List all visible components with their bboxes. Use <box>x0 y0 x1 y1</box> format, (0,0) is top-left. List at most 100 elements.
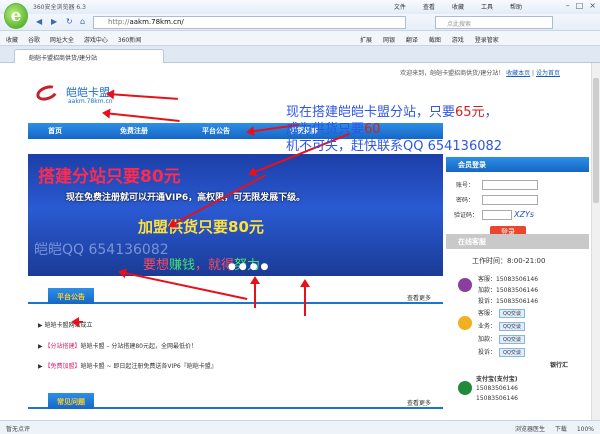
qq-tousu: 投诉： QQ交谈 <box>478 347 525 357</box>
banner-line-1: 搭建分站只要80元 <box>38 167 181 187</box>
logo-mark-icon <box>34 82 60 104</box>
address-bar-row: ◀ ▶ ↻ ⌂ http://aakm.78km.cn/ 点此搜索 <box>0 14 600 31</box>
bookmark-link[interactable]: 收藏本页 <box>506 70 530 77</box>
annotation-arrow <box>107 93 178 100</box>
nav-register[interactable]: 免费注册 <box>120 126 148 136</box>
toolbar-item[interactable]: 游戏 <box>452 37 464 44</box>
browser-title-bar: 360安全浏览器 6.3 文件 查看 收藏 工具 帮助 – □ × <box>0 0 600 14</box>
browser-title: 360安全浏览器 6.3 <box>33 4 86 11</box>
overlay-annotation: 现在搭建皑皑卡盟分站，只要65元， 成为供货只要60 机不可失，赶快联系QQ 6… <box>286 105 503 154</box>
qq-chat-button[interactable]: QQ交谈 <box>499 309 525 318</box>
fav-item[interactable]: 网址大全 <box>50 37 74 44</box>
menu-file[interactable]: 文件 <box>394 4 406 11</box>
annotation-arrow <box>71 317 83 327</box>
annotation-arrow <box>254 278 256 308</box>
notice-more-link[interactable]: 查看更多 <box>407 293 431 302</box>
service-header: 在线客服 <box>446 234 589 249</box>
annotation-arrow <box>103 112 180 122</box>
notice-title: 平台公告 <box>48 288 94 304</box>
notice-item[interactable]: ▶ 皑皑卡盟网站成立 <box>38 320 93 329</box>
zoom-level[interactable]: 100% <box>577 426 594 433</box>
qq-kefu: 客服： QQ交谈 <box>478 308 525 318</box>
forward-icon[interactable]: ▶ <box>51 17 57 26</box>
pay-number-2: 15083506146 <box>476 395 518 402</box>
account-input[interactable] <box>482 180 538 190</box>
maximize-button[interactable]: □ <box>576 1 584 10</box>
home-icon[interactable]: ⌂ <box>80 17 85 26</box>
work-hours: 工作时间：8:00-21:00 <box>472 257 546 265</box>
page-scrollbar[interactable] <box>591 63 600 420</box>
faq-section: 常见问题 查看更多 <box>28 393 443 409</box>
site-domain: aakm.78km.cn <box>68 98 113 105</box>
back-icon[interactable]: ◀ <box>36 17 42 26</box>
login-header: 会员登录 <box>446 157 589 172</box>
url-domain: aakm.78km.cn/ <box>129 18 184 26</box>
phone-icon <box>458 278 472 292</box>
notice-item[interactable]: ▶ 【免费加盟】皑皑卡盟 ~ 即日起注册免费送各VIP6『皑皑卡盟』 <box>38 361 217 370</box>
tab-strip: 皑皑卡盟招商供货/建分站 <box>0 46 600 63</box>
kefu-phone: 客服：15083506146 <box>478 276 539 283</box>
captcha-input[interactable] <box>482 210 512 220</box>
fav-item[interactable]: 谷歌 <box>28 37 40 44</box>
banner-line-2: 现在免费注册就可以开通VIP6，高权限，可无限发展下级。 <box>66 193 306 203</box>
fav-item[interactable]: 360新闻 <box>118 37 141 44</box>
toolbar-item[interactable]: 登录管家 <box>475 37 499 44</box>
set-homepage-link[interactable]: 设为首页 <box>536 70 560 77</box>
fav-item[interactable]: 游戏中心 <box>84 37 108 44</box>
download-status[interactable]: 下载 <box>555 426 567 433</box>
banner-pager[interactable]: ●●●● <box>228 262 271 272</box>
service-panel: 在线客服 工作时间：8:00-21:00 客服：15083506146 加款：1… <box>446 234 589 402</box>
toolbar-item[interactable]: 扩展 <box>360 37 372 44</box>
nav-notice[interactable]: 平台公告 <box>202 126 230 136</box>
status-rating[interactable]: 暂无点评 <box>6 424 30 433</box>
browser-logo-icon: e <box>4 3 28 29</box>
password-input[interactable] <box>482 195 538 205</box>
favorites-bar: 收藏 谷歌 网址大全 游戏中心 360新闻 扩展 网银 翻译 截图 游戏 登录管… <box>0 31 600 46</box>
menu-tools[interactable]: 工具 <box>481 4 493 11</box>
status-bar: 暂无点评 浏览器医生 下载 100% <box>0 420 600 434</box>
banner-line-3: 加盟供货只要80元 <box>138 218 264 236</box>
annotation-arrow <box>304 281 306 316</box>
qq-jiakuan: 加款： QQ交谈 <box>478 334 525 344</box>
browser-tab[interactable]: 皑皑卡盟招商供货/建分站 <box>14 49 164 63</box>
fav-item[interactable]: 收藏 <box>6 37 18 44</box>
welcome-bar: 欢迎来到，皑皑卡盟招商供货/建分站！ 收藏本页 | 设为首页 <box>400 70 560 77</box>
tousu-phone: 投诉：15083506146 <box>478 298 539 305</box>
web-page: 欢迎来到，皑皑卡盟招商供货/建分站！ 收藏本页 | 设为首页 皑皑卡盟 aakm… <box>0 63 600 420</box>
password-row: 密码： <box>446 195 589 207</box>
qq-business: 业务： QQ交谈 <box>478 321 525 331</box>
search-input[interactable]: 点此搜索 <box>435 16 553 29</box>
captcha-row: 验证码： XZYs <box>454 210 535 220</box>
close-button[interactable]: × <box>589 1 596 10</box>
qq-chat-button[interactable]: QQ交谈 <box>499 335 525 344</box>
qq-chat-button[interactable]: QQ交谈 <box>499 322 525 331</box>
minimize-button[interactable]: – <box>566 1 570 10</box>
faq-more-link[interactable]: 查看更多 <box>407 398 431 407</box>
window-controls: – □ × <box>560 1 596 10</box>
browser-doctor[interactable]: 浏览器医生 <box>515 426 545 433</box>
promo-banner[interactable]: 搭建分站只要80元 现在免费注册就可以开通VIP6，高权限，可无限发展下级。 加… <box>28 154 443 276</box>
alipay-icon <box>458 381 472 395</box>
account-row: 账号： <box>446 180 589 192</box>
jiakuan-phone: 加款：15083506146 <box>478 287 539 294</box>
captcha-image[interactable]: XZYs <box>514 210 534 219</box>
qq-penguin-icon <box>458 316 472 330</box>
scrollbar-thumb[interactable] <box>593 78 599 203</box>
refresh-icon[interactable]: ↻ <box>66 17 73 26</box>
login-panel: 会员登录 账号： 密码： 验证码： XZYs 登录 <box>446 157 589 240</box>
pay-label: 支付宝(支付宝) <box>476 376 518 383</box>
menu-favorites[interactable]: 收藏 <box>452 4 464 11</box>
toolbar-item[interactable]: 截图 <box>429 37 441 44</box>
nav-home[interactable]: 首页 <box>48 126 62 136</box>
faq-title: 常见问题 <box>48 393 94 409</box>
bank-header: 银行汇 <box>550 362 569 369</box>
notice-item[interactable]: ▶ 【分站搭建】皑皑卡盟 – 分站搭建80元起，全网最低价！ <box>38 341 197 350</box>
browser-menu: 文件 查看 收藏 工具 帮助 <box>377 2 522 11</box>
pay-number: 15083506146 <box>476 385 518 392</box>
toolbar-item[interactable]: 翻译 <box>406 37 418 44</box>
qq-chat-button[interactable]: QQ交谈 <box>499 348 525 357</box>
toolbar-item[interactable]: 网银 <box>383 37 395 44</box>
menu-view[interactable]: 查看 <box>423 4 435 11</box>
menu-help[interactable]: 帮助 <box>510 4 522 11</box>
url-input[interactable]: http://aakm.78km.cn/ <box>93 16 406 29</box>
